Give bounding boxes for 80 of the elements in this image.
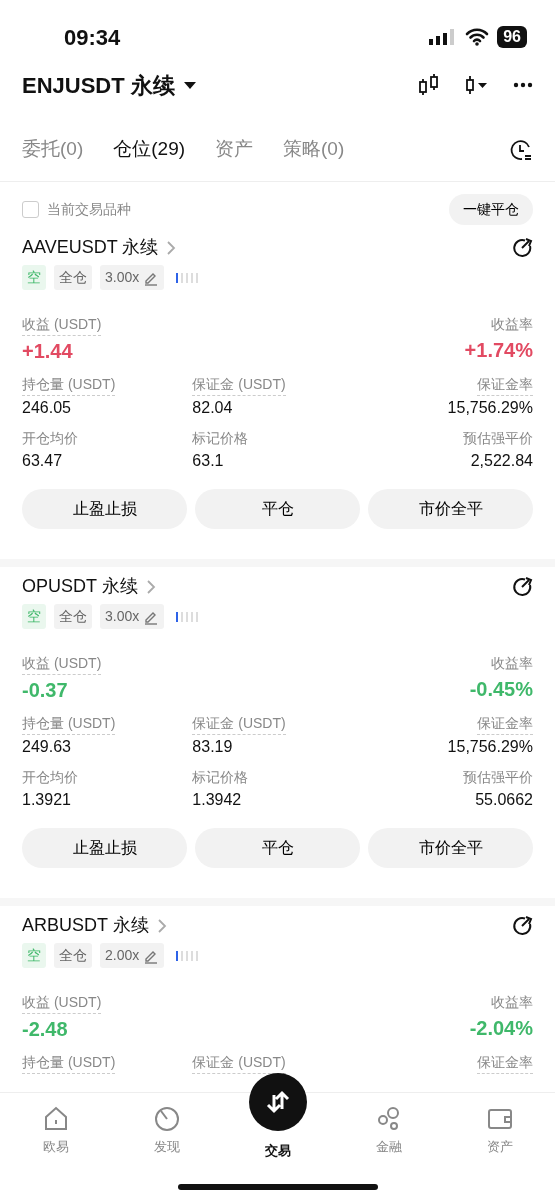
metric-value: 63.1: [192, 451, 224, 471]
metric-value: 83.19: [192, 737, 233, 757]
wifi-icon: [465, 28, 490, 46]
metric-value: 15,756.29%: [447, 737, 533, 757]
pnl-value: -2.48: [22, 1017, 68, 1042]
metric-value: 63.47: [22, 451, 63, 471]
close-all-button[interactable]: 一键平仓: [449, 193, 533, 225]
nav-item[interactable]: 资产: [444, 1093, 555, 1200]
roi-label: 收益率: [491, 654, 533, 673]
tab[interactable]: 仓位(29): [113, 135, 186, 164]
battery-level: 96: [497, 26, 527, 48]
margin-mode-tag: 全仓: [54, 943, 92, 968]
metric-label: 保证金率: [477, 374, 533, 396]
candlestick-icon[interactable]: [417, 73, 441, 97]
share-icon[interactable]: [511, 914, 533, 937]
metric-value: 2,522.84: [470, 451, 533, 471]
metric-label: 保证金率: [477, 1052, 533, 1074]
action-button[interactable]: 止盈止损: [22, 489, 187, 529]
pnl-value: +1.44: [22, 339, 73, 364]
metric-value: 82.04: [192, 398, 233, 418]
leverage-tag[interactable]: 2.00x: [100, 943, 165, 968]
action-button[interactable]: 平仓: [195, 828, 360, 868]
side-tag: 空: [22, 604, 46, 629]
metric-label: 保证金 (USDT): [192, 713, 286, 735]
metric-value: 55.0662: [475, 790, 533, 810]
pnl-value: -0.37: [22, 678, 68, 703]
filter-label: 当前交易品种: [47, 199, 131, 219]
leverage-tag[interactable]: 3.00x: [100, 265, 165, 290]
metric-label: 持仓量 (USDT): [22, 374, 116, 396]
roi-value: -2.04%: [469, 1016, 533, 1041]
metric-label: 预估强平价: [463, 768, 533, 787]
metric-label: 标记价格: [192, 768, 249, 787]
roi-value: -0.45%: [469, 677, 533, 702]
metric-value: 246.05: [22, 398, 71, 418]
nav-item[interactable]: 金融: [333, 1093, 444, 1200]
roi-label: 收益率: [491, 993, 533, 1012]
pnl-label: 收益 (USDT): [22, 314, 102, 336]
side-tag: 空: [22, 265, 46, 290]
side-tag: 空: [22, 943, 46, 968]
metric-label: 保证金率: [477, 713, 533, 735]
tab[interactable]: 资产: [215, 135, 254, 164]
position-symbol[interactable]: OPUSDT 永续: [22, 573, 138, 600]
metric-label: 保证金 (USDT): [192, 374, 286, 396]
history-icon[interactable]: [509, 137, 533, 162]
metric-value: 249.63: [22, 737, 71, 757]
action-button[interactable]: 市价全平: [368, 489, 533, 529]
share-icon[interactable]: [511, 575, 533, 598]
compass-icon: [152, 1105, 181, 1133]
margin-mode-tag: 全仓: [54, 604, 92, 629]
position-symbol[interactable]: AAVEUSDT 永续: [22, 234, 159, 261]
metric-label: 开仓均价: [22, 768, 78, 787]
roi-value: +1.74%: [464, 338, 533, 363]
metric-label: 持仓量 (USDT): [22, 1052, 116, 1074]
nav-item[interactable]: 发现: [111, 1093, 222, 1200]
metric-value: 1.3942: [192, 790, 242, 810]
pnl-label: 收益 (USDT): [22, 992, 102, 1014]
pnl-label: 收益 (USDT): [22, 653, 102, 675]
share-icon[interactable]: [511, 236, 533, 259]
tab[interactable]: 委托(0): [22, 135, 84, 164]
nav-item[interactable]: 欧易: [0, 1093, 111, 1200]
action-button[interactable]: 平仓: [195, 489, 360, 529]
action-button[interactable]: 市价全平: [368, 828, 533, 868]
leverage-tag[interactable]: 3.00x: [100, 604, 165, 629]
action-button[interactable]: 止盈止损: [22, 828, 187, 868]
caret-icon[interactable]: [182, 80, 197, 90]
roi-label: 收益率: [491, 315, 533, 334]
tab[interactable]: 策略(0): [283, 135, 345, 164]
position-symbol[interactable]: ARBUSDT 永续: [22, 912, 149, 939]
metric-label: 预估强平价: [463, 429, 533, 448]
metric-label: 持仓量 (USDT): [22, 713, 116, 735]
metric-value: 15,756.29%: [447, 398, 533, 418]
margin-mode-tag: 全仓: [54, 265, 92, 290]
more-icon[interactable]: [513, 82, 533, 88]
status-time: 09:34: [64, 23, 121, 52]
pair-title[interactable]: ENJUSDT 永续: [22, 68, 175, 102]
metric-label: 标记价格: [192, 429, 249, 448]
checkbox[interactable]: [22, 200, 39, 218]
metric-label: 开仓均价: [22, 429, 78, 448]
candle-dropdown-icon[interactable]: [465, 74, 489, 96]
metric-value: 1.3921: [22, 790, 71, 810]
